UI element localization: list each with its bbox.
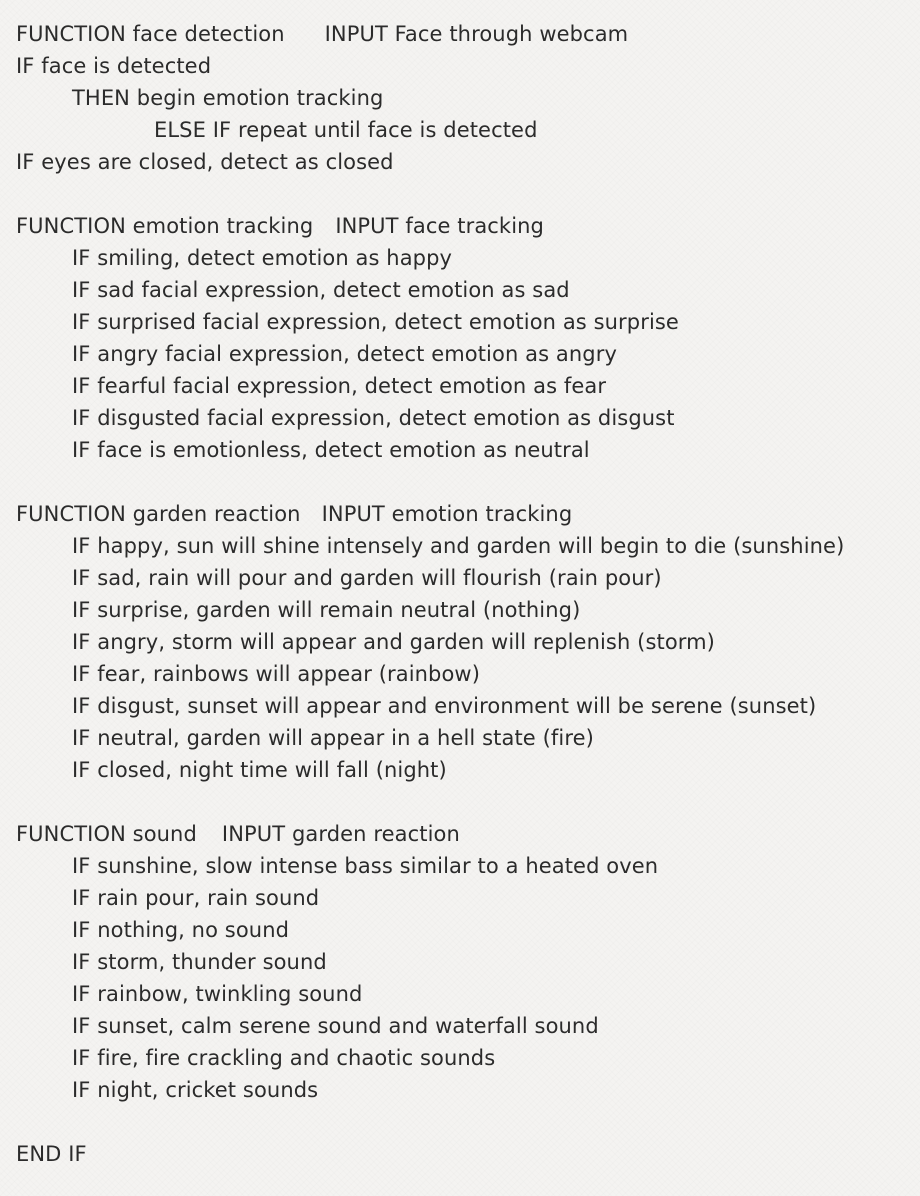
code-line: IF smiling, detect emotion as happy: [72, 246, 453, 270]
code-line: IF closed, night time will fall (night): [72, 758, 447, 782]
code-line: IF face is emotionless, detect emotion a…: [72, 438, 590, 462]
pseudocode-document: FUNCTION face detection INPUT Face throug…: [16, 18, 916, 1170]
code-line: IF storm, thunder sound: [72, 950, 327, 974]
function-name: FUNCTION garden reaction: [16, 502, 301, 526]
code-line: IF happy, sun will shine intensely and g…: [72, 534, 845, 558]
function-name: FUNCTION face detection: [16, 22, 285, 46]
code-line: IF fear, rainbows will appear (rainbow): [72, 662, 480, 686]
function-header-emotion-tracking: FUNCTION emotion tracking INPUT face trac…: [16, 210, 916, 242]
function-input: INPUT Face through webcam: [324, 22, 629, 46]
function-input: INPUT emotion tracking: [321, 502, 573, 526]
code-line: IF neutral, garden will appear in a hell…: [72, 726, 594, 750]
code-line: ELSE IF repeat until face is detected: [154, 118, 538, 142]
code-line: IF surprised facial expression, detect e…: [72, 310, 679, 334]
code-line: IF rain pour, rain sound: [72, 886, 320, 910]
code-line: IF disgust, sunset will appear and envir…: [72, 694, 817, 718]
function-name: FUNCTION emotion tracking: [16, 214, 314, 238]
code-line: IF eyes are closed, detect as closed: [16, 150, 394, 174]
code-line: IF sad, rain will pour and garden will f…: [72, 566, 662, 590]
function-name: FUNCTION sound: [16, 822, 197, 846]
code-line: IF night, cricket sounds: [72, 1078, 319, 1102]
code-line: IF sunshine, slow intense bass similar t…: [72, 854, 659, 878]
function-header-face-detection: FUNCTION face detection INPUT Face throug…: [16, 18, 916, 50]
code-line: IF sad facial expression, detect emotion…: [72, 278, 570, 302]
function-header-sound: FUNCTION sound INPUT garden reaction: [16, 818, 916, 850]
code-line: IF angry facial expression, detect emoti…: [72, 342, 617, 366]
code-line: IF surprise, garden will remain neutral …: [72, 598, 581, 622]
code-line: IF nothing, no sound: [72, 918, 290, 942]
function-header-garden-reaction: FUNCTION garden reaction INPUT emotion tr…: [16, 498, 916, 530]
code-line: IF fire, fire crackling and chaotic soun…: [72, 1046, 496, 1070]
code-line: IF angry, storm will appear and garden w…: [72, 630, 715, 654]
code-line: IF disgusted facial expression, detect e…: [72, 406, 675, 430]
code-line: THEN begin emotion tracking: [72, 86, 384, 110]
end-if-line: END IF: [16, 1142, 87, 1166]
code-line: IF sunset, calm serene sound and waterfa…: [72, 1014, 599, 1038]
function-input: INPUT face tracking: [335, 214, 544, 238]
code-line: IF face is detected: [16, 54, 212, 78]
code-line: IF fearful facial expression, detect emo…: [72, 374, 607, 398]
code-line: IF rainbow, twinkling sound: [72, 982, 363, 1006]
function-input: INPUT garden reaction: [221, 822, 460, 846]
